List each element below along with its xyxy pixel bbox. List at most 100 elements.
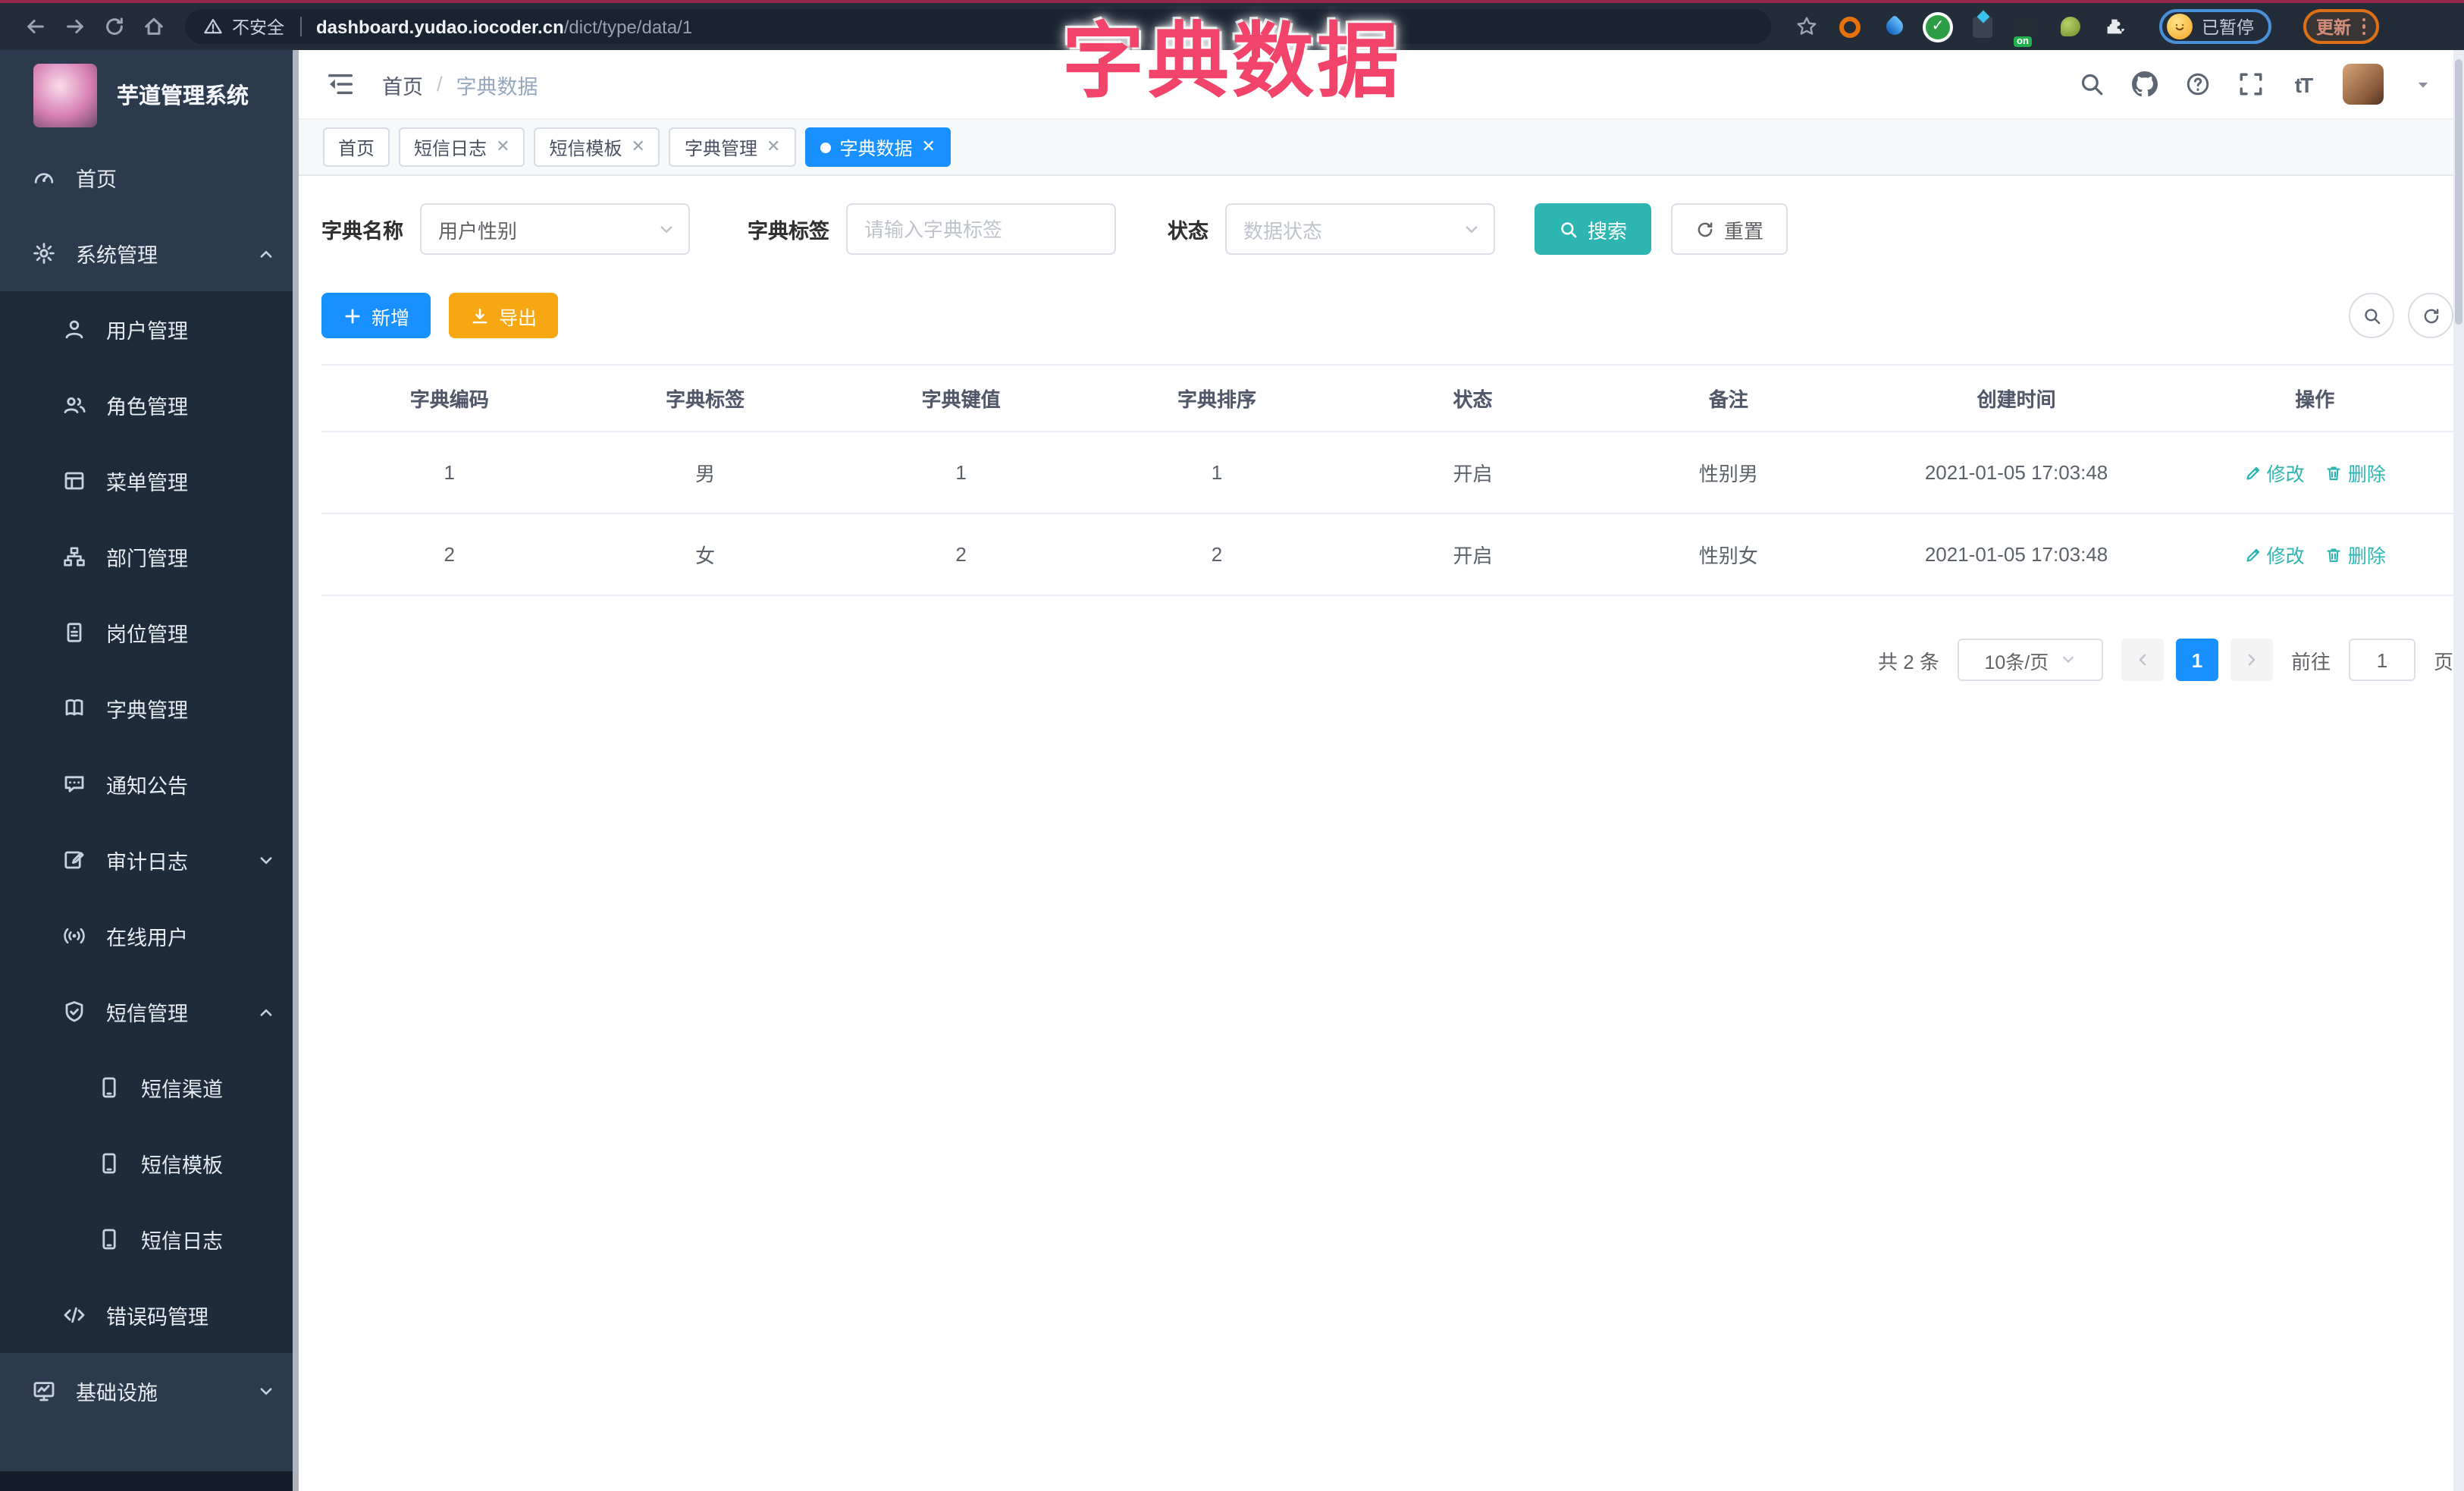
sidebar-item-user-mgmt[interactable]: 用户管理 <box>0 291 299 367</box>
avatar-menu-caret[interactable] <box>2409 71 2437 98</box>
reset-button[interactable]: 重置 <box>1671 203 1788 255</box>
tab-sms-template[interactable]: 短信模板 ✕ <box>534 127 660 167</box>
tab-home[interactable]: 首页 <box>323 127 390 167</box>
header-actions: tT <box>2077 64 2437 105</box>
goto-page-input[interactable] <box>2348 639 2415 681</box>
refresh-table-button[interactable] <box>2408 293 2453 338</box>
export-button[interactable]: 导出 <box>449 293 559 338</box>
close-tab-icon[interactable]: ✕ <box>632 138 645 155</box>
sidebar-item-audit-log[interactable]: 审计日志 <box>0 822 299 898</box>
screen: 不安全 dashboard.yudao.iocoder.cn/dict/type… <box>0 0 2464 1491</box>
puzzle-icon <box>2106 19 2124 34</box>
back-button[interactable] <box>15 7 55 46</box>
phone-icon <box>102 1077 116 1098</box>
col-actions: 操作 <box>2176 364 2453 432</box>
user-avatar[interactable] <box>2343 64 2384 105</box>
sidebar-item-online-users[interactable]: 在线用户 <box>0 898 299 974</box>
chevron-down-icon <box>260 856 272 864</box>
tab-sms-log[interactable]: 短信日志 ✕ <box>399 127 525 167</box>
sidebar-item-infra[interactable]: 基础设施 <box>0 1353 299 1429</box>
extensions-menu-button[interactable] <box>2100 13 2127 40</box>
scrollbar-thumb[interactable] <box>2455 59 2462 325</box>
search-button[interactable]: 搜索 <box>1535 203 1652 255</box>
chevron-left-icon <box>2139 654 2146 666</box>
extension-check[interactable]: ✓ <box>1924 13 1951 40</box>
dark-square-icon <box>2015 17 2036 36</box>
delete-link[interactable]: 删除 <box>2325 458 2386 487</box>
sidebar-item-sms-mgmt[interactable]: 短信管理 <box>0 974 299 1050</box>
page-size-select[interactable]: 10条/页 <box>1957 639 2103 681</box>
add-button[interactable]: 新增 <box>321 293 431 338</box>
font-size-button[interactable]: tT <box>2290 71 2317 98</box>
profile-emoji-icon <box>2167 14 2193 39</box>
col-remark: 备注 <box>1600 364 1857 432</box>
close-tab-icon[interactable]: ✕ <box>766 138 780 155</box>
sidebar-item-post-mgmt[interactable]: 岗位管理 <box>0 595 299 670</box>
sidebar-item-menu-mgmt[interactable]: 菜单管理 <box>0 443 299 519</box>
collapse-sidebar-button[interactable] <box>323 67 356 101</box>
url-host: dashboard.yudao.iocoder.cn <box>316 16 564 37</box>
sidebar-item-dict-mgmt[interactable]: 字典管理 <box>0 670 299 746</box>
chevron-down-icon <box>260 1387 272 1395</box>
sidebar-item-label: 短信模板 <box>141 1154 223 1177</box>
sidebar-item-label: 短信管理 <box>106 1003 188 1025</box>
address-bar[interactable]: 不安全 dashboard.yudao.iocoder.cn/dict/type… <box>185 9 1771 44</box>
prev-page-button[interactable] <box>2121 639 2164 681</box>
search-icon <box>2364 308 2380 324</box>
github-button[interactable] <box>2130 71 2158 98</box>
extension-bird[interactable] <box>2056 13 2083 40</box>
tab-dict-data[interactable]: 字典数据 ✕ <box>804 127 951 167</box>
extension-slider[interactable] <box>1968 13 1995 40</box>
header-search-button[interactable] <box>2077 71 2105 98</box>
sidebar-item-dept-mgmt[interactable]: 部门管理 <box>0 519 299 595</box>
sidebar-logo-row[interactable]: 芋道管理系统 <box>0 50 299 140</box>
forward-button[interactable] <box>55 7 94 46</box>
extension-pin[interactable] <box>1880 13 1908 40</box>
chevron-up-icon <box>260 250 272 257</box>
breadcrumb-current: 字典数据 <box>456 75 538 98</box>
sidebar-item-errcode-mgmt[interactable]: 错误码管理 <box>0 1277 299 1353</box>
tab-dict-mgmt[interactable]: 字典管理 ✕ <box>669 127 796 167</box>
extension-switch[interactable]: on <box>2012 13 2039 46</box>
sidebar-item-system[interactable]: 系统管理 <box>0 215 299 291</box>
window-scrollbar[interactable] <box>2453 50 2464 1491</box>
sidebar-item-notice[interactable]: 通知公告 <box>0 746 299 822</box>
dict-tag-input[interactable] <box>846 203 1116 255</box>
sidebar-scrollbar[interactable] <box>293 50 299 1491</box>
sidebar-item-home[interactable]: 首页 <box>0 140 299 215</box>
sidebar-item-role-mgmt[interactable]: 角色管理 <box>0 367 299 443</box>
sidebar-item-sms-channel[interactable]: 短信渠道 <box>0 1050 299 1125</box>
help-button[interactable] <box>2183 71 2211 98</box>
home-button[interactable] <box>133 7 173 46</box>
refresh-icon <box>2423 308 2438 323</box>
warning-icon <box>204 18 222 34</box>
users-icon <box>64 397 86 413</box>
fullscreen-button[interactable] <box>2237 71 2264 98</box>
browser-menu-dots-icon[interactable] <box>2362 17 2365 36</box>
org-tree-icon <box>64 547 85 567</box>
close-tab-icon[interactable]: ✕ <box>496 138 509 155</box>
bookmark-star-button[interactable] <box>1792 13 1820 40</box>
page-unit-label: 页 <box>2433 650 2453 673</box>
profile-chip[interactable]: 已暂停 <box>2159 9 2271 44</box>
update-button[interactable]: 更新 <box>2303 9 2379 44</box>
cell-actions: 修改 删除 <box>2176 513 2453 596</box>
edit-link[interactable]: 修改 <box>2244 458 2305 487</box>
dict-name-select[interactable]: 用户性别 <box>420 203 690 255</box>
delete-link[interactable]: 删除 <box>2325 540 2386 569</box>
current-page-button[interactable]: 1 <box>2175 639 2218 681</box>
extension-orange[interactable] <box>1836 13 1864 40</box>
reload-button[interactable] <box>94 7 133 46</box>
edit-link[interactable]: 修改 <box>2244 540 2305 569</box>
toggle-search-button[interactable] <box>2349 293 2394 338</box>
col-code: 字典编码 <box>321 364 578 432</box>
sidebar-item-sms-log[interactable]: 短信日志 <box>0 1201 299 1277</box>
sidebar-item-sms-template[interactable]: 短信模板 <box>0 1125 299 1201</box>
dict-name-value: 用户性别 <box>438 219 518 242</box>
chevron-right-icon <box>2248 654 2256 666</box>
breadcrumb-home[interactable]: 首页 <box>382 69 423 99</box>
message-icon <box>64 776 84 793</box>
status-select[interactable]: 数据状态 <box>1225 203 1495 255</box>
close-tab-icon[interactable]: ✕ <box>921 138 935 155</box>
next-page-button[interactable] <box>2230 639 2273 681</box>
